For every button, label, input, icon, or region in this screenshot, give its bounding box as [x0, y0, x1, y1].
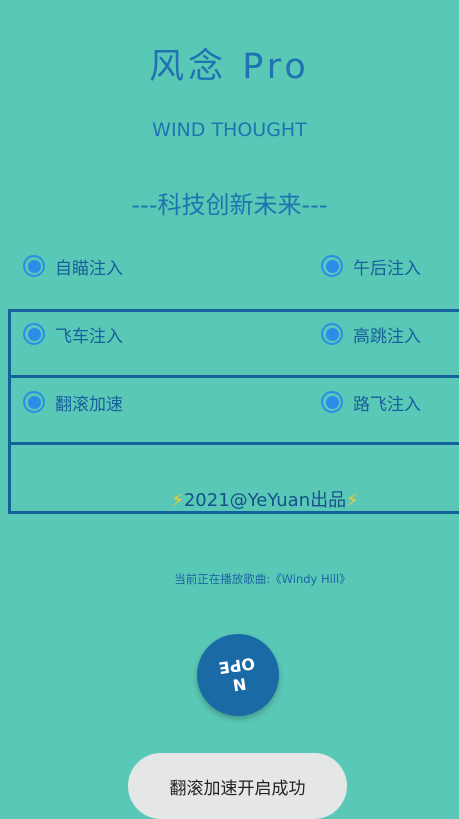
radio-selected-icon[interactable]: [23, 323, 45, 345]
option-roll-speed[interactable]: 翻滚加速: [23, 387, 123, 417]
frame-divider: [8, 375, 459, 378]
credit-label: 2021@YeYuan出品: [183, 490, 347, 511]
toast-message: 翻滚加速开启成功: [128, 753, 347, 819]
app-subtitle: WIND THOUGHT: [152, 119, 307, 141]
option-label: 高跳注入: [353, 326, 421, 347]
option-label: 飞车注入: [55, 326, 123, 347]
option-aimbot[interactable]: 自瞄注入: [23, 251, 123, 281]
option-label: 路飞注入: [353, 394, 421, 415]
app-title: 风念 Pro: [149, 47, 310, 87]
option-road-fly[interactable]: 路飞注入: [321, 387, 421, 417]
app-slogan: ---科技创新未来---: [131, 191, 328, 219]
option-label: 自瞄注入: [55, 258, 123, 279]
option-flying-car[interactable]: 飞车注入: [23, 319, 123, 349]
credit-text: ⚡2021@YeYuan出品⚡: [0, 486, 459, 512]
radio-selected-icon[interactable]: [321, 255, 343, 277]
option-afternoon[interactable]: 午后注入: [321, 251, 421, 281]
lightning-icon: ⚡: [171, 490, 184, 511]
open-button[interactable]: N OPE: [197, 634, 279, 716]
lightning-icon: ⚡: [346, 490, 359, 511]
frame-divider: [8, 442, 459, 445]
open-button-label: N OPE: [217, 653, 256, 695]
option-label: 午后注入: [353, 258, 421, 279]
radio-selected-icon[interactable]: [321, 323, 343, 345]
now-playing-text: 当前正在播放歌曲:《Windy Hill》: [174, 572, 351, 586]
radio-selected-icon[interactable]: [321, 391, 343, 413]
radio-selected-icon[interactable]: [23, 255, 45, 277]
radio-selected-icon[interactable]: [23, 391, 45, 413]
option-high-jump[interactable]: 高跳注入: [321, 319, 421, 349]
option-label: 翻滚加速: [55, 394, 123, 415]
